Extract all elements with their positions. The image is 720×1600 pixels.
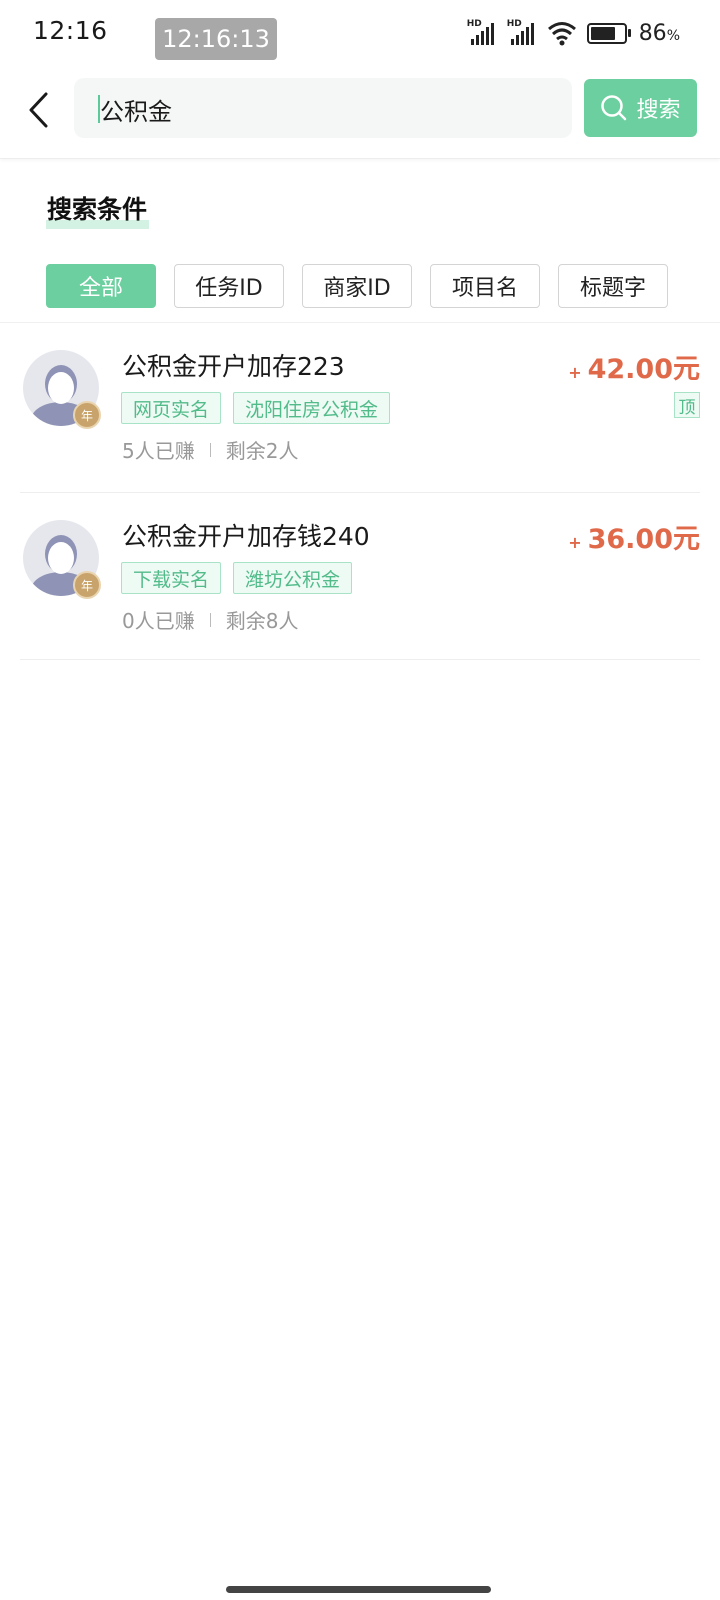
back-button[interactable] (18, 88, 58, 132)
task-tags: 下载实名 潍坊公积金 (121, 562, 353, 594)
search-query-text: 公积金 (100, 98, 172, 126)
search-button[interactable]: 搜索 (584, 79, 697, 137)
status-bar: 12:16 12:16:13 HD HD 86% (0, 0, 720, 72)
task-remaining-count: 剩余8人 (225, 609, 299, 633)
task-tag: 网页实名 (121, 392, 222, 424)
filter-chip-merchant-id[interactable]: 商家ID (302, 264, 412, 308)
task-earned-count: 5人已赚 (122, 439, 195, 463)
signal-icon: HD (467, 19, 501, 47)
search-icon (601, 95, 627, 121)
task-meta: 5人已赚 剩余2人 (122, 435, 298, 464)
status-icons: HD HD 86% (467, 18, 680, 48)
task-meta: 0人已赚 剩余8人 (122, 605, 298, 634)
task-title: 公积金开户加存223 (122, 352, 345, 381)
task-tag: 下载实名 (121, 562, 222, 594)
search-button-label: 搜索 (636, 98, 681, 123)
task-item[interactable]: 年 公积金开户加存223 网页实名 沈阳住房公积金 5人已赚 剩余2人 +42.… (20, 323, 700, 493)
annual-member-badge: 年 (73, 401, 101, 429)
filter-chip-title-keyword[interactable]: 标题字 (558, 264, 668, 308)
task-reward: +42.00元 (568, 354, 700, 385)
task-remaining-count: 剩余2人 (225, 439, 299, 463)
home-indicator[interactable] (226, 1586, 491, 1593)
task-tag: 沈阳住房公积金 (233, 392, 391, 424)
status-time: 12:16 (33, 16, 108, 45)
search-header: 公积金 搜索 (0, 72, 720, 159)
task-tag: 潍坊公积金 (233, 562, 353, 594)
task-item[interactable]: 年 公积金开户加存钱240 下载实名 潍坊公积金 0人已赚 剩余8人 +36.0… (20, 493, 700, 660)
clock-overlay: 12:16:13 (155, 18, 277, 60)
filter-section-title: 搜索条件 (46, 190, 150, 229)
battery-icon (586, 22, 631, 44)
filter-chip-project-name[interactable]: 项目名 (430, 264, 540, 308)
filter-chip-all[interactable]: 全部 (46, 264, 156, 308)
task-list: 年 公积金开户加存223 网页实名 沈阳住房公积金 5人已赚 剩余2人 +42.… (0, 323, 720, 660)
signal-icon: HD (507, 19, 541, 47)
annual-member-badge: 年 (73, 571, 101, 599)
battery-percent: 86% (638, 20, 680, 46)
chevron-left-icon (29, 92, 48, 128)
pinned-badge: 顶 (674, 392, 700, 418)
filter-chip-task-id[interactable]: 任务ID (174, 264, 284, 308)
task-reward: +36.00元 (568, 524, 700, 555)
task-earned-count: 0人已赚 (122, 609, 195, 633)
wifi-icon (547, 22, 576, 46)
search-input[interactable]: 公积金 (74, 78, 572, 138)
filter-chips: 全部 任务ID 商家ID 项目名 标题字 (46, 264, 668, 308)
task-title: 公积金开户加存钱240 (122, 522, 370, 551)
task-tags: 网页实名 沈阳住房公积金 (121, 392, 391, 424)
